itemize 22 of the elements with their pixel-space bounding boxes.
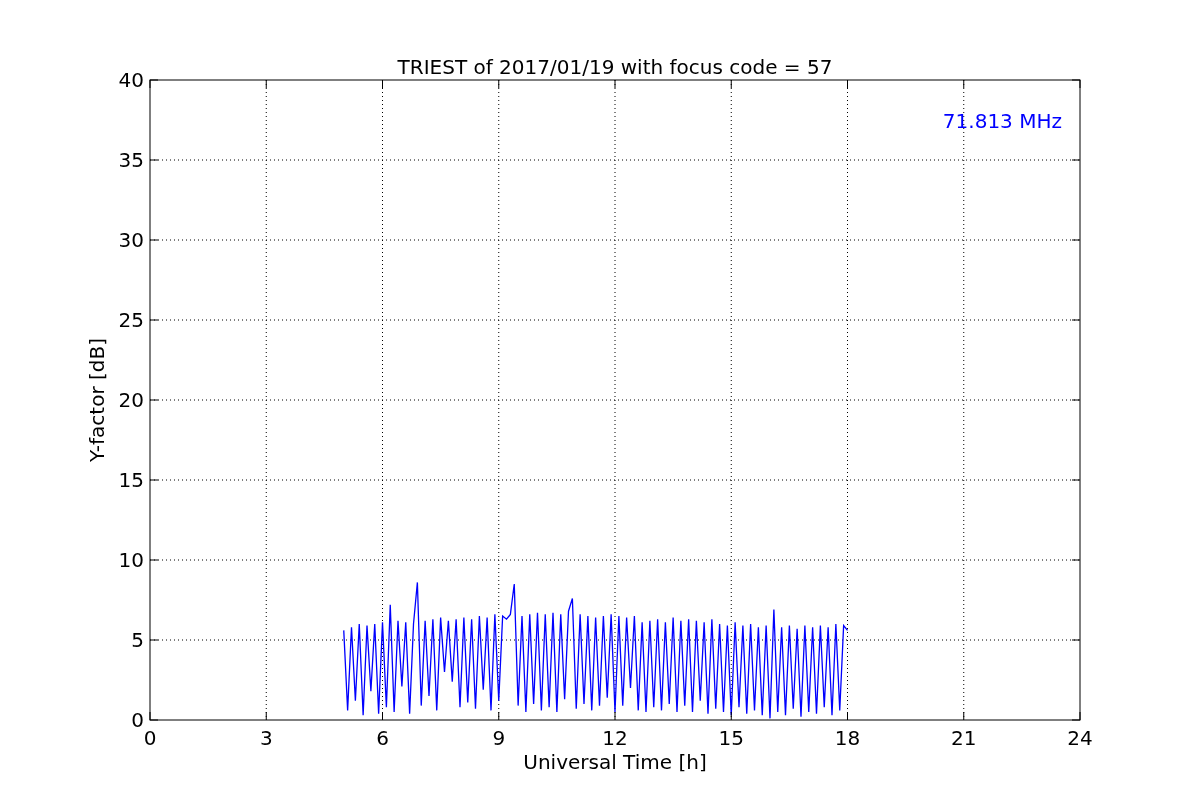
- tick-label: 0: [143, 726, 157, 750]
- tick-label: 0: [131, 708, 144, 732]
- tick-label: 9: [492, 726, 506, 750]
- tick-label: 40: [118, 68, 144, 92]
- tick-label: 10: [118, 548, 144, 572]
- tick-label: 12: [602, 726, 628, 750]
- tick-label: 24: [1067, 726, 1093, 750]
- chart-title: TRIEST of 2017/01/19 with focus code = 57: [397, 55, 833, 79]
- tick-label: 20: [118, 388, 144, 412]
- tick-label: 30: [118, 228, 144, 252]
- tick-label: 3: [259, 726, 273, 750]
- tick-label: 18: [834, 726, 861, 750]
- tick-label: 15: [718, 726, 744, 750]
- tick-label: 21: [951, 726, 977, 750]
- y-axis-label: Y-factor [dB]: [85, 338, 109, 462]
- tick-label: 35: [118, 148, 144, 172]
- tick-label: 15: [118, 468, 144, 492]
- x-axis-label: Universal Time [h]: [523, 750, 707, 774]
- tick-label: 5: [131, 628, 144, 652]
- tick-label: 25: [118, 308, 144, 332]
- tick-label: 6: [376, 726, 389, 750]
- frequency-label: 71.813 MHz: [942, 109, 1062, 133]
